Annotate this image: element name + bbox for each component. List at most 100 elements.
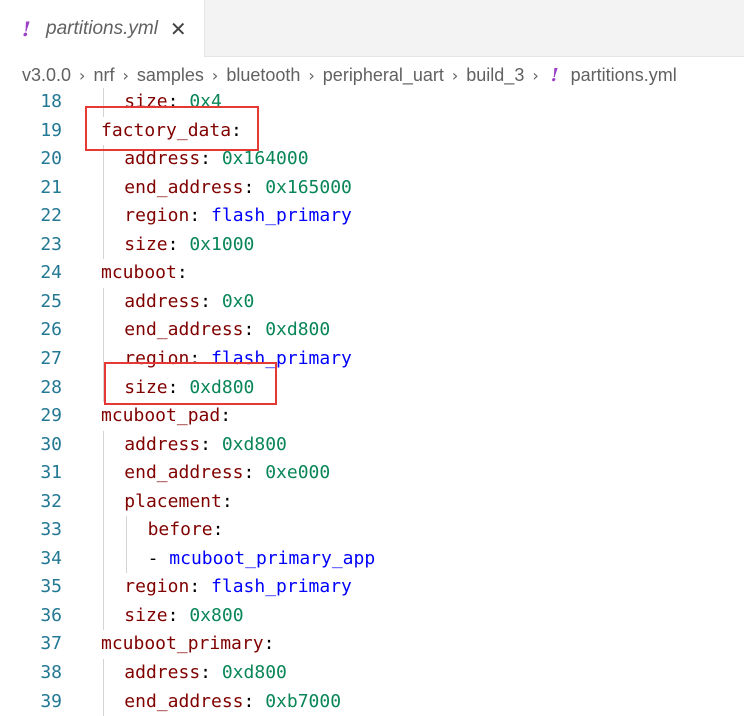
indent-guide [103, 145, 104, 260]
line-number: 20 [40, 148, 62, 170]
line-number: 19 [40, 119, 62, 141]
line-number: 33 [40, 519, 62, 541]
yaml-value: 0x800 [189, 604, 244, 626]
yaml-colon: : [189, 205, 201, 227]
code-line: 26 end_address: 0xd800 [0, 316, 744, 344]
line-content: size: 0x1000 [124, 231, 254, 259]
yaml-value: flash_primary [211, 205, 352, 227]
indent-guide [103, 659, 104, 716]
chevron-right-icon: › [532, 65, 539, 85]
chevron-right-icon: › [122, 65, 129, 85]
yaml-key: size [124, 233, 168, 255]
tab-partitions-yml[interactable]: ! partitions.yml ✕ [0, 0, 205, 57]
yaml-colon: : [243, 462, 255, 484]
yaml-value: 0x0 [221, 290, 255, 312]
code-line: 35 region: flash_primary [0, 573, 744, 601]
yaml-colon: : [243, 176, 255, 198]
chevron-right-icon: › [451, 65, 459, 85]
breadcrumb-item[interactable]: build_3 [466, 65, 524, 86]
breadcrumb-file[interactable]: partitions.yml [571, 65, 677, 86]
highlight-box [104, 362, 277, 405]
line-content: - mcuboot_primary_app [148, 545, 376, 573]
line-content: address: 0xd800 [124, 659, 287, 687]
yaml-value: 0xe000 [265, 462, 331, 484]
line-number: 24 [40, 262, 62, 284]
indent-guide [103, 430, 104, 631]
code-line: 34 - mcuboot_primary_app [0, 545, 744, 573]
chevron-right-icon: › [211, 65, 219, 85]
line-number: 31 [40, 462, 62, 484]
line-content: end_address: 0xb7000 [124, 688, 341, 716]
yaml-key: end_address [124, 176, 244, 198]
breadcrumb-item[interactable]: samples [137, 65, 204, 86]
breadcrumb-item[interactable]: peripheral_uart [323, 65, 444, 86]
line-number: 29 [40, 405, 62, 427]
line-content: before: [148, 516, 224, 544]
line-number: 28 [40, 376, 62, 398]
yaml-value: 0xd800 [221, 662, 287, 683]
code-line: 24 mcuboot: [0, 259, 744, 287]
yaml-colon: : [200, 662, 211, 683]
line-number: 37 [40, 633, 62, 655]
yaml-colon: : [200, 433, 211, 455]
code-editor[interactable]: 18 size: 0x4 19 factory_data: 20 address: 0x1… [0, 88, 744, 716]
highlight-box [85, 106, 259, 151]
yaml-key: size [124, 604, 168, 626]
yaml-file-icon: ! [22, 16, 31, 41]
yaml-value: 0x164000 [221, 148, 309, 170]
yaml-value: 0xd800 [265, 319, 331, 341]
line-number: 26 [40, 319, 62, 341]
code-line: 25 address: 0x0 [0, 288, 744, 316]
yaml-colon: : [176, 262, 188, 284]
yaml-value: 0x165000 [265, 176, 352, 198]
code-line: 37 mcuboot_primary: [0, 630, 744, 658]
code-line: 32 placement: [0, 488, 744, 516]
yaml-key: end_address [124, 319, 244, 341]
line-number: 32 [40, 490, 62, 512]
yaml-key: before [147, 519, 213, 541]
code-line: 31 end_address: 0xe000 [0, 459, 744, 487]
line-number: 21 [40, 176, 62, 198]
yaml-key: address [124, 148, 201, 170]
yaml-key: end_address [124, 690, 244, 712]
breadcrumb-item[interactable]: v3.0.0 [22, 65, 71, 86]
line-content: address: 0xd800 [124, 431, 287, 459]
code-line: 29 mcuboot_pad: [0, 402, 744, 430]
yaml-value: flash_primary [211, 576, 352, 598]
breadcrumb-item[interactable]: bluetooth [226, 65, 300, 86]
code-line: 22 region: flash_primary [0, 202, 744, 230]
close-icon[interactable]: ✕ [170, 17, 187, 41]
breadcrumb-item[interactable]: nrf [93, 65, 114, 86]
line-number: 22 [40, 205, 62, 227]
yaml-colon: : [200, 148, 211, 170]
line-number: 25 [40, 290, 62, 312]
line-content: region: flash_primary [124, 202, 352, 230]
line-number: 34 [40, 547, 62, 569]
yaml-key: placement [124, 490, 222, 512]
yaml-key: region [124, 576, 190, 598]
line-content: size: 0x800 [124, 602, 243, 630]
yaml-key: address [124, 290, 201, 312]
line-number: 39 [40, 690, 62, 712]
yaml-colon: : [189, 576, 201, 598]
line-content: mcuboot: [101, 259, 188, 287]
yaml-colon: : [200, 290, 211, 312]
line-content: end_address: 0xd800 [124, 316, 330, 344]
yaml-colon: : [220, 405, 232, 427]
yaml-colon: : [221, 490, 233, 512]
line-content: end_address: 0xe000 [124, 459, 330, 487]
line-number: 27 [40, 347, 62, 369]
tab-bar: ! partitions.yml ✕ [0, 0, 744, 57]
yaml-key: mcuboot [101, 262, 177, 284]
yaml-value: 0xd800 [221, 433, 287, 455]
line-number: 35 [40, 576, 62, 598]
code-line: 36 size: 0x800 [0, 602, 744, 630]
